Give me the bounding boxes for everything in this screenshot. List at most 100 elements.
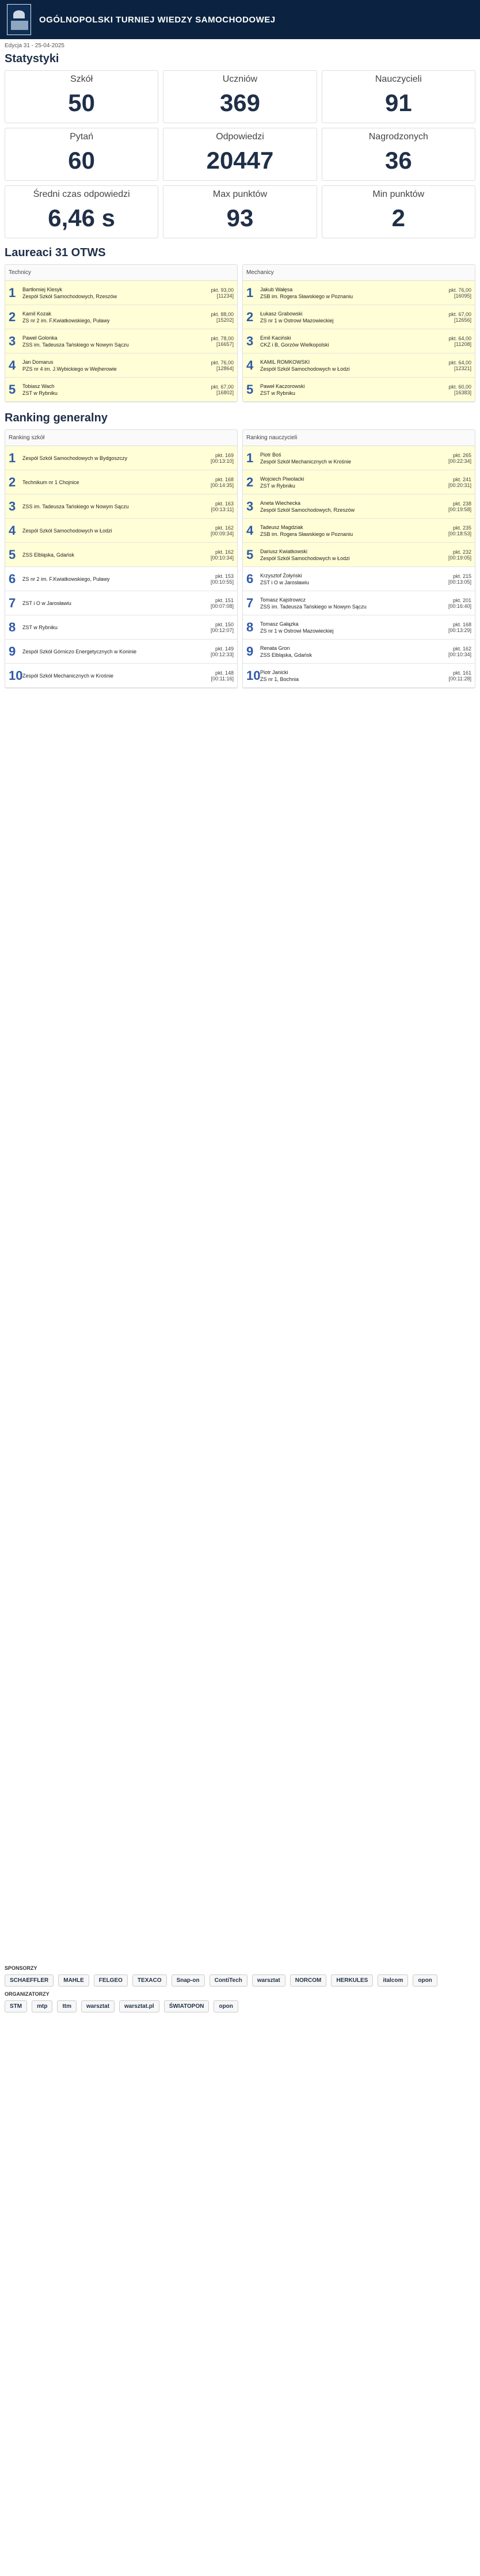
participant-info: ZS nr 2 im. F.Kwiatkowskiego, Puławy — [22, 576, 110, 582]
list-item: 2 Łukasz Grabowski ZS nr 1 w Ostrowi Mazow… — [243, 305, 475, 329]
score: pkt. 241 [00:20:31] — [448, 476, 471, 488]
stat-value: 93 — [226, 204, 254, 231]
organizers-label: ORGANIZATORZY — [5, 1991, 49, 1997]
stat-label: Min punktów — [372, 189, 425, 199]
laureates-title: Laureaci 31 OTWS — [5, 246, 106, 259]
score: pkt. 60,00 [16383] — [448, 383, 471, 395]
rank-number: 8 — [246, 619, 254, 634]
participant-info: Kamil Kozak ZS nr 2 im. F.Kwiatkowskiego,… — [22, 310, 110, 324]
list-item: 4 Zespół Szkół Samochodowych w Łodzi pkt. … — [5, 519, 237, 543]
score: pkt. 168 [00:13:29] — [448, 621, 471, 633]
list-item: 2 Technikum nr 1 Chojnice pkt. 168 [00:14:… — [5, 470, 237, 494]
stat-card: Nauczycieli 91 — [321, 70, 475, 123]
score: pkt. 64,00 [11208] — [448, 335, 471, 347]
participant-info: Tobiasz Wach ZST w Rybniku — [22, 383, 58, 396]
sponsor-logos: SCHAEFFLER MAHLE FELGEO TEXACO Snap-on ContiT… — [5, 1974, 475, 1987]
rank-number: 1 — [246, 450, 254, 465]
ranking-title: Ranking generalny — [5, 412, 108, 424]
participant-info: Piotr Janicki ZS nr 1, Bochnia — [260, 669, 299, 682]
list-item: 5 Tobiasz Wach ZST w Rybniku pkt. 67,00 [16… — [5, 378, 237, 402]
panel-heading: Ranking szkół — [5, 430, 237, 446]
list-item: 6 ZS nr 2 im. F.Kwiatkowskiego, Puławy pkt… — [5, 567, 237, 591]
list-item: 5 Paweł Kaczorowski ZST w Rybniku pkt. 60,0… — [243, 378, 475, 402]
panel-heading: Ranking nauczycieli — [243, 430, 475, 446]
sponsor-logo: opon — [413, 1974, 437, 1987]
organizer-logo: warsztat.pl — [119, 2000, 159, 2012]
rank-number: 4 — [9, 357, 16, 372]
list-item: 1 Piotr Boś Zespół Szkół Mechanicznych w K… — [243, 446, 475, 470]
organizer-logo: ttm — [57, 2000, 77, 2012]
stat-value: 50 — [68, 89, 96, 116]
score: pkt. 153 [00:10:55] — [210, 573, 234, 585]
rank-number: 8 — [9, 619, 16, 634]
list-item: 1 Zespół Szkół Samochodowych w Bydgoszczy… — [5, 446, 237, 470]
sponsor-logo: italcom — [378, 1974, 409, 1987]
score: pkt. 93,00 [11234] — [211, 287, 234, 299]
rank-number: 3 — [9, 499, 16, 513]
organizer-logo: mtp — [32, 2000, 53, 2012]
stats-grid: Szkół 50 Uczniów 369 Nauczycieli 91 Pytań 60 Odp… — [0, 70, 480, 238]
organizer-logo: warsztat — [81, 2000, 115, 2012]
list-item: 3 ZSS im. Tadeusza Tańskiego w Nowym Sącz… — [5, 494, 237, 519]
list-item: 7 Tomasz Kajstrowicz ZSS im. Tadeusza Tańs… — [243, 591, 475, 615]
rank-number: 7 — [246, 595, 254, 610]
participant-info: Technikum nr 1 Chojnice — [22, 479, 79, 485]
organizer-logos: STM mtp ttm warsztat warsztat.pl ŚWIATOPON opo… — [5, 2000, 475, 2012]
list-item: 2 Kamil Kozak ZS nr 2 im. F.Kwiatkowskiego… — [5, 305, 237, 329]
rank-number: 1 — [9, 285, 16, 300]
sponsor-logo: ContiTech — [209, 1974, 247, 1987]
stat-label: Uczniów — [222, 74, 258, 84]
score: pkt. 150 [00:12:07] — [210, 621, 234, 633]
stat-value: 369 — [219, 89, 261, 116]
rank-number: 2 — [246, 309, 254, 324]
rank-number: 6 — [9, 571, 16, 586]
stats-title: Statystyki — [5, 52, 59, 65]
participant-info: Dariusz Kwiatkowski Zespół Szkół Samochod… — [260, 548, 350, 561]
laureates-technicians: Technicy 1 Bartłomiej Klesyk Zespół Szkół S… — [5, 264, 238, 402]
rank-number: 2 — [246, 474, 254, 489]
stat-card: Pytań 60 — [5, 128, 159, 181]
sponsor-logo: HERKULES — [331, 1974, 374, 1987]
stat-value: 20447 — [206, 147, 274, 174]
stat-label: Szkół — [70, 74, 93, 84]
stat-card: Szkół 50 — [5, 70, 159, 123]
score: pkt. 163 [00:13:11] — [211, 500, 234, 512]
score: pkt. 162 [00:10:34] — [210, 549, 234, 561]
participant-info: Zespół Szkół Górniczo Energetycznych w K… — [22, 648, 137, 655]
rank-number: 5 — [246, 547, 254, 562]
sponsors-label: SPONSORZY — [5, 1965, 37, 1971]
participant-info: ZST i O w Jarosławiu — [22, 600, 71, 606]
organizer-logo: STM — [5, 2000, 28, 2012]
participant-info: Renata Gron ZSS Elbląska, Gdańsk — [260, 645, 313, 658]
laureates-mechanics: Mechanicy 1 Jakub Wałęsa ZSB im. Rogera Sła… — [242, 264, 475, 402]
participant-info: Paweł Golonka ZSS im. Tadeusza Tańskiego … — [22, 334, 129, 348]
score: pkt. 67,00 [16802] — [211, 383, 234, 395]
list-item: 10 Zespół Szkół Mechanicznych w Krośnie pk… — [5, 664, 237, 688]
rank-number: 9 — [9, 644, 16, 659]
score: pkt. 265 [00:22:34] — [448, 452, 471, 464]
stat-label: Max punktów — [212, 189, 268, 199]
participant-info: Tomasz Kajstrowicz ZSS im. Tadeusza Tańsk… — [260, 596, 367, 610]
participant-info: Tadeusz Magdziak ZSB im. Rogera Sławskieg… — [260, 524, 353, 537]
list-item: 3 Aneta Wiechecka Zespół Szkół Samochodowy… — [243, 494, 475, 519]
list-item: 4 Jan Domarus PZS nr 4 im. J.Wybickiego w … — [5, 353, 237, 378]
panel-heading: Technicy — [5, 265, 237, 281]
rank-number: 3 — [246, 499, 254, 513]
list-item: 1 Jakub Wałęsa ZSB im. Rogera Sławskiego w… — [243, 281, 475, 305]
list-item: 6 Krzysztof Żołyński ZST i O w Jarosławiu p… — [243, 567, 475, 591]
score: pkt. 151 [00:07:08] — [210, 597, 234, 609]
stat-value: 60 — [68, 147, 96, 174]
score: pkt. 168 [00:14:35] — [210, 476, 234, 488]
sponsor-logo: FELGEO — [93, 1974, 128, 1987]
tournament-logo — [7, 4, 31, 35]
score: pkt. 162 [00:09:34] — [210, 524, 234, 536]
score: pkt. 232 [00:19:05] — [448, 549, 471, 561]
participant-info: ZST w Rybniku — [22, 624, 58, 630]
score: pkt. 235 [00:18:53] — [448, 524, 471, 536]
sponsor-logo: TEXACO — [132, 1974, 167, 1987]
participant-info: ZSS im. Tadeusza Tańskiego w Nowym Sączu — [22, 503, 129, 509]
rank-number: 3 — [9, 333, 16, 348]
stat-value: 91 — [384, 89, 412, 116]
stat-label: Nagrodzonych — [368, 132, 428, 142]
rank-number: 5 — [246, 382, 254, 397]
